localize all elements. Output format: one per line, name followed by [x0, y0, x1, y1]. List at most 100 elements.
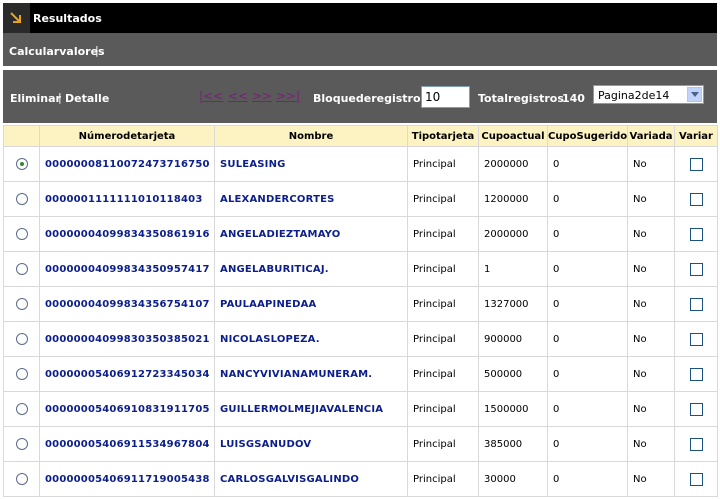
row-radio[interactable]	[15, 473, 28, 485]
results-table: Númerodetarjeta Nombre Tipotarjeta Cupoactu…	[3, 125, 718, 497]
vary-cell	[674, 426, 718, 462]
vary-checkbox[interactable]	[689, 472, 703, 486]
cardholder-name-link[interactable]: LUISGSANUDOV	[214, 426, 408, 462]
cardholder-name-link[interactable]: NICOLASLOPEZA.	[214, 321, 408, 357]
suggested-limit: 0	[547, 356, 628, 392]
page-select[interactable]: Pagina2de14	[593, 85, 704, 104]
table-row[interactable]: 00000004099830350385021 NICOLASLOPEZA. Pri…	[3, 321, 718, 357]
card-type: Principal	[407, 251, 479, 287]
column-header-vary-col: Variar	[674, 125, 718, 147]
column-header-current-limit-col: Cupoactual	[478, 125, 548, 147]
varied-value: No	[627, 321, 675, 357]
cardholder-name-link[interactable]: NANCYVIVIANAMUNERAM.	[214, 356, 408, 392]
vary-checkbox[interactable]	[689, 437, 703, 451]
row-radio[interactable]	[15, 193, 28, 205]
card-type: Principal	[407, 216, 479, 252]
row-radio[interactable]	[15, 368, 28, 380]
results-titlebar: Resultados	[3, 3, 717, 33]
card-type: Principal	[407, 286, 479, 322]
table-row[interactable]: 00000005406911719005438 CARLOSGALVISGALIN…	[3, 461, 718, 497]
card-number-link[interactable]: 00000004099834356754107	[39, 286, 215, 322]
table-row[interactable]: 00000004099834350861916 ANGELADIEZTAMAYO P…	[3, 216, 718, 252]
vary-checkbox[interactable]	[689, 402, 703, 416]
table-row[interactable]: 0000001111111010118403 ALEXANDERCORTES Pri…	[3, 181, 718, 217]
card-number-link[interactable]: 00000005406912723345034	[39, 356, 215, 392]
card-number-link[interactable]: 00000004099830350385021	[39, 321, 215, 357]
card-number-link[interactable]: 0000001111111010118403	[39, 181, 215, 217]
current-limit: 2000000	[478, 146, 548, 182]
suggested-limit: 0	[547, 321, 628, 357]
row-radio[interactable]	[15, 438, 28, 450]
vary-checkbox[interactable]	[689, 192, 703, 206]
card-type: Principal	[407, 146, 479, 182]
vary-checkbox[interactable]	[689, 332, 703, 346]
row-select-cell	[3, 321, 40, 357]
bloque-input[interactable]: 10	[421, 86, 470, 108]
card-number-link[interactable]: 00000004099834350957417	[39, 251, 215, 287]
cardholder-name-link[interactable]: CARLOSGALVISGALINDO	[214, 461, 408, 497]
row-select-cell	[3, 181, 40, 217]
results-title: Resultados	[33, 12, 102, 25]
suggested-limit: 0	[547, 251, 628, 287]
vary-cell	[674, 356, 718, 392]
row-select-cell	[3, 216, 40, 252]
card-number-link[interactable]: 00000004099834350861916	[39, 216, 215, 252]
suggested-limit: 0	[547, 181, 628, 217]
varied-value: No	[627, 251, 675, 287]
card-number-link[interactable]: 00000005406911534967804	[39, 426, 215, 462]
bloque-label: Bloquederegistros:	[313, 92, 432, 105]
cardholder-name-link[interactable]: ANGELABURITICAJ.	[214, 251, 408, 287]
next-page-link[interactable]: >>	[252, 89, 272, 103]
varied-value: No	[627, 461, 675, 497]
row-radio[interactable]	[15, 228, 28, 240]
cardholder-name-link[interactable]: ALEXANDERCORTES	[214, 181, 408, 217]
vary-cell	[674, 146, 718, 182]
row-radio[interactable]	[15, 403, 28, 415]
row-select-cell	[3, 251, 40, 287]
cardholder-name-link[interactable]: ANGELADIEZTAMAYO	[214, 216, 408, 252]
row-select-cell	[3, 356, 40, 392]
vary-cell	[674, 181, 718, 217]
row-radio[interactable]	[15, 298, 28, 310]
vary-checkbox[interactable]	[689, 227, 703, 241]
row-radio[interactable]	[15, 158, 28, 170]
vary-cell	[674, 286, 718, 322]
card-number-link[interactable]: 00000005406911719005438	[39, 461, 215, 497]
row-radio[interactable]	[15, 263, 28, 275]
detalle-link[interactable]: Detalle	[65, 92, 109, 105]
table-row[interactable]: 00000004099834350957417 ANGELABURITICAJ. P…	[3, 251, 718, 287]
current-limit: 1327000	[478, 286, 548, 322]
card-number-link[interactable]: 00000008110072473716750	[39, 146, 215, 182]
last-page-link[interactable]: >>|	[276, 89, 300, 103]
vary-checkbox[interactable]	[689, 367, 703, 381]
card-type: Principal	[407, 181, 479, 217]
chevron-down-icon[interactable]	[687, 87, 702, 102]
table-row[interactable]: 00000004099834356754107 PAULAAPINEDAA Prin…	[3, 286, 718, 322]
column-header-card-type-col: Tipotarjeta	[407, 125, 479, 147]
cardholder-name-link[interactable]: GUILLERMOLMEJIAVALENCIA	[214, 391, 408, 427]
suggested-limit: 0	[547, 286, 628, 322]
cardholder-name-link[interactable]: PAULAAPINEDAA	[214, 286, 408, 322]
vary-checkbox[interactable]	[689, 297, 703, 311]
table-row[interactable]: 00000005406911534967804 LUISGSANUDOV Princ…	[3, 426, 718, 462]
eliminar-link[interactable]: Eliminar	[10, 92, 61, 105]
row-radio[interactable]	[15, 333, 28, 345]
suggested-limit: 0	[547, 426, 628, 462]
row-select-cell	[3, 391, 40, 427]
calcular-valores-link[interactable]: Calcularvalores	[9, 45, 105, 58]
varied-value: No	[627, 181, 675, 217]
table-row[interactable]: 00000008110072473716750 SULEASING Principa…	[3, 146, 718, 182]
cardholder-name-link[interactable]: SULEASING	[214, 146, 408, 182]
vary-checkbox[interactable]	[689, 262, 703, 276]
varied-value: No	[627, 216, 675, 252]
table-row[interactable]: 00000005406912723345034 NANCYVIVIANAMUNER…	[3, 356, 718, 392]
vary-checkbox[interactable]	[689, 157, 703, 171]
card-type: Principal	[407, 426, 479, 462]
table-row[interactable]: 00000005406910831911705 GUILLERMOLMEJIAVA…	[3, 391, 718, 427]
card-type: Principal	[407, 356, 479, 392]
prev-page-link[interactable]: <<	[228, 89, 248, 103]
first-page-link[interactable]: |<<	[199, 89, 223, 103]
suggested-limit: 0	[547, 461, 628, 497]
card-number-link[interactable]: 00000005406910831911705	[39, 391, 215, 427]
current-limit: 1	[478, 251, 548, 287]
